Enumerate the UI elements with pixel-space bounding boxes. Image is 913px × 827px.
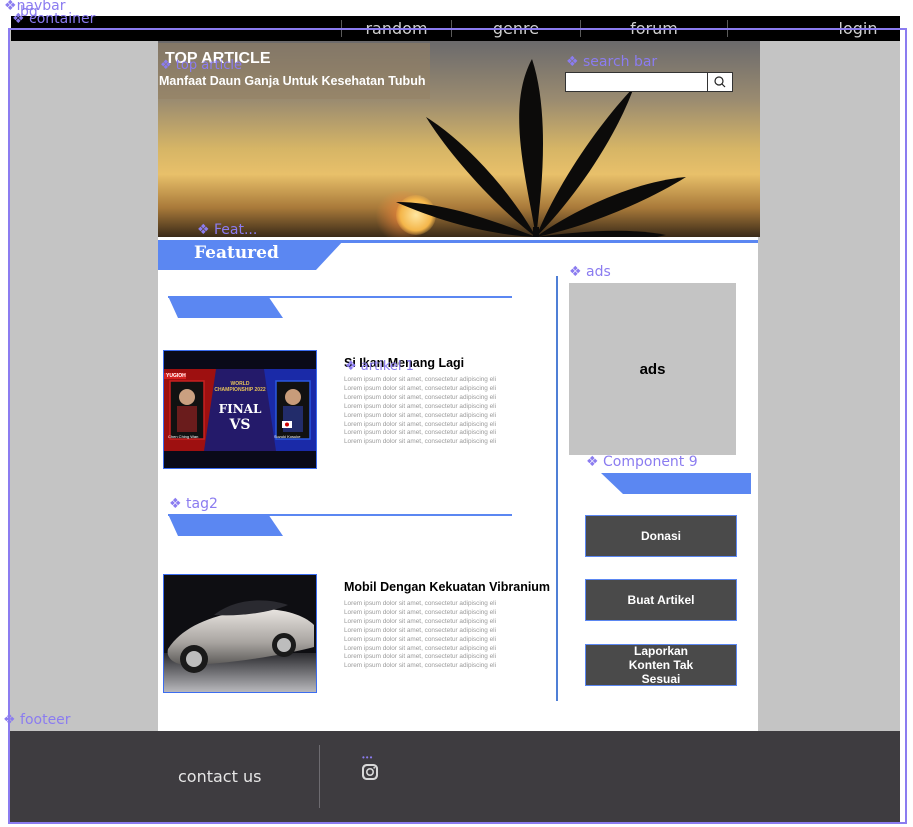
- donasi-button[interactable]: Donasi: [585, 515, 737, 557]
- thumb-final: FINAL: [218, 402, 262, 416]
- excerpt-line: Lorem ipsum dolor sit amet, consectetur …: [344, 429, 497, 437]
- nav-item-login[interactable]: login: [811, 16, 905, 41]
- footer: [10, 731, 900, 824]
- frame-label-container: ❖ container: [12, 12, 95, 26]
- featured-label: Featured: [194, 243, 279, 263]
- silver-car-image: [164, 575, 316, 692]
- excerpt-line: Lorem ipsum dolor sit amet, consectetur …: [344, 662, 497, 670]
- tag-banner: [168, 296, 283, 318]
- frame-label-ads: ❖ ads: [569, 265, 611, 279]
- nav-separator: [727, 20, 728, 37]
- ads-label: ads: [639, 361, 666, 378]
- search-bar: [565, 72, 733, 92]
- frame-glyph: ❖: [160, 58, 172, 73]
- excerpt-line: Lorem ipsum dolor sit amet, consectetur …: [344, 626, 497, 634]
- sidebar-divider: [556, 276, 558, 701]
- frame-label-artikel-1: ❖ artikel 1: [345, 360, 414, 373]
- buat-artikel-button[interactable]: Buat Artikel: [585, 579, 737, 621]
- frame-glyph: ❖: [345, 359, 357, 374]
- thumb-player-1: Chen Ching Wan: [168, 434, 199, 439]
- thumb-vs: VS: [229, 417, 251, 433]
- navbar: random genre forum login: [11, 16, 900, 41]
- article-excerpt: Lorem ipsum dolor sit amet, consectetur …: [344, 600, 512, 671]
- nav-item-random[interactable]: random: [342, 16, 451, 41]
- footer-divider: [319, 745, 320, 808]
- excerpt-line: Lorem ipsum dolor sit amet, consectetur …: [344, 600, 497, 607]
- thumb-header: YUGIOH: [166, 373, 186, 379]
- article-thumbnail[interactable]: [163, 574, 317, 693]
- article-thumbnail[interactable]: YUGIOH WORLD CHAMPIONSHIP 2022 FINAL VS …: [163, 350, 317, 469]
- frame-glyph: ❖: [169, 496, 182, 512]
- excerpt-line: Lorem ipsum dolor sit amet, consectetur …: [344, 402, 497, 410]
- frame-label-component-9: ❖ Component 9: [586, 455, 698, 469]
- nav-item-forum[interactable]: forum: [581, 16, 727, 41]
- frame-label-text: container: [29, 11, 96, 27]
- frame-glyph: ❖: [566, 54, 579, 70]
- excerpt-line: Lorem ipsum dolor sit amet, consectetur …: [344, 420, 497, 428]
- contact-us-link[interactable]: contact us: [178, 767, 261, 786]
- thumb-player-2: Suzuki Kosuke: [274, 434, 301, 439]
- excerpt-line: Lorem ipsum dolor sit amet, consectetur …: [344, 384, 497, 392]
- frame-label-text: top article: [175, 58, 243, 73]
- search-icon: [714, 76, 726, 88]
- frame-label-top-article: ❖ top article: [160, 59, 242, 72]
- excerpt-line: Lorem ipsum dolor sit amet, consectetur …: [344, 438, 497, 446]
- frame-label-text: tag2: [186, 496, 218, 512]
- excerpt-line: Lorem ipsum dolor sit amet, consectetur …: [344, 617, 497, 625]
- frame-glyph: ❖: [586, 454, 599, 470]
- frame-label-text: search bar: [583, 54, 658, 70]
- instagram-icon[interactable]: [361, 763, 379, 781]
- sidebar-banner: [601, 473, 751, 494]
- frame-glyph: ❖: [12, 11, 25, 27]
- excerpt-line: Lorem ipsum dolor sit amet, consectetur …: [344, 653, 497, 661]
- search-button[interactable]: [707, 73, 732, 91]
- nav-item-genre[interactable]: genre: [452, 16, 580, 41]
- frame-label-tag2: ❖ tag2: [169, 497, 218, 511]
- excerpt-line: Lorem ipsum dolor sit amet, consectetur …: [344, 376, 497, 383]
- frame-glyph: ❖: [197, 222, 210, 238]
- excerpt-line: Lorem ipsum dolor sit amet, consectetur …: [344, 644, 497, 652]
- thumb-sub: WORLD CHAMPIONSHIP 2022: [214, 381, 266, 393]
- frame-label-text: Feat...: [214, 222, 258, 238]
- frame-label-footer: ❖ footeer: [3, 713, 71, 727]
- frame-label-text: footeer: [20, 712, 71, 728]
- excerpt-line: Lorem ipsum dolor sit amet, consectetur …: [344, 608, 497, 616]
- frame-label-text: ads: [586, 264, 611, 280]
- frame-label-text: artikel 1: [360, 359, 414, 374]
- laporkan-konten-button[interactable]: Laporkan Konten Tak Sesuai: [585, 644, 737, 686]
- top-article-title[interactable]: Manfaat Daun Ganja Untuk Kesehatan Tubuh: [159, 74, 425, 88]
- search-input[interactable]: [566, 73, 707, 91]
- article-excerpt: Lorem ipsum dolor sit amet, consectetur …: [344, 376, 512, 447]
- tag-banner: [168, 514, 283, 536]
- frame-glyph: ❖: [3, 712, 16, 728]
- frame-label-featured: ❖ Feat...: [197, 223, 257, 237]
- frame-label-search-bar: ❖ search bar: [566, 55, 657, 69]
- excerpt-line: Lorem ipsum dolor sit amet, consectetur …: [344, 393, 497, 401]
- excerpt-line: Lorem ipsum dolor sit amet, consectetur …: [344, 411, 497, 419]
- frame-label-text: Component 9: [603, 454, 698, 470]
- frame-glyph: ❖: [569, 264, 582, 280]
- excerpt-line: Lorem ipsum dolor sit amet, consectetur …: [344, 635, 497, 643]
- icon-frame-marker: •••: [362, 753, 374, 762]
- article-title[interactable]: Mobil Dengan Kekuatan Vibranium: [344, 580, 550, 594]
